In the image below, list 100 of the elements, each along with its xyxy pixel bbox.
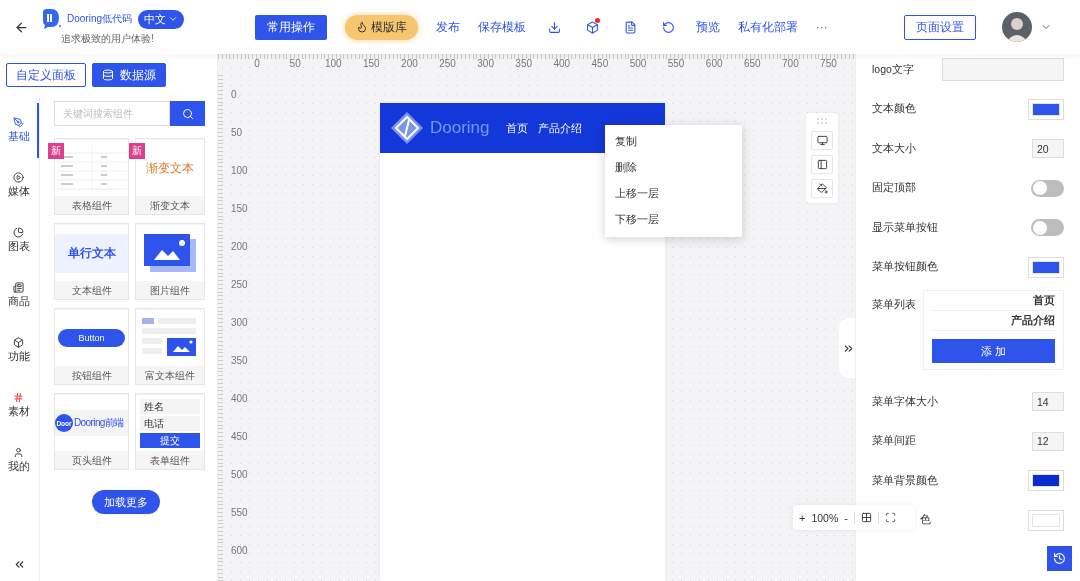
drag-handle-icon[interactable] <box>817 118 827 126</box>
cube-icon <box>585 20 599 34</box>
component-card[interactable]: 富文本组件 <box>135 308 205 385</box>
menu-list-item[interactable]: 产品介绍 <box>932 311 1055 331</box>
ruler-label: 300 <box>476 58 495 71</box>
menu-list-item[interactable]: 首页 <box>932 291 1055 311</box>
image-icon <box>142 233 198 273</box>
ruler-label: 50 <box>288 58 302 71</box>
refresh-icon <box>661 20 675 34</box>
form-button-sample: 提交 <box>140 432 200 448</box>
toolbar-link[interactable]: 保存模板 <box>478 14 526 40</box>
number-field[interactable]: 14 <box>1032 392 1064 412</box>
component-label: 页头组件 <box>70 453 113 468</box>
pie-chart-icon <box>13 227 24 238</box>
search-field[interactable]: 关键词搜索组件 <box>54 101 170 126</box>
property-label: 色 <box>920 513 931 528</box>
property-label: 菜单按钮颜色 <box>872 260 938 275</box>
fullscreen-button[interactable] <box>884 512 896 523</box>
category-tab[interactable]: 图表 <box>0 213 39 268</box>
category-tab[interactable]: 功能 <box>0 323 39 378</box>
avatar[interactable] <box>1002 12 1032 42</box>
component-card[interactable]: 姓名 电话 提交 表单组件 <box>135 393 205 470</box>
monitor-icon <box>816 135 828 146</box>
ruler-label: 0 <box>253 58 261 71</box>
history-icon <box>1053 552 1066 565</box>
toggle-switch[interactable] <box>1031 219 1064 237</box>
paint-bucket-button[interactable] <box>811 179 833 198</box>
panel-tab[interactable]: 自定义面板 <box>6 63 86 87</box>
search-button[interactable] <box>170 101 205 126</box>
ruler-label: 450 <box>590 58 610 71</box>
more-button[interactable]: ··· <box>816 14 828 40</box>
category-tab[interactable]: 媒体 <box>0 158 39 213</box>
menu-item[interactable]: 上移一层 <box>605 181 742 207</box>
gradient-text-sample: 渐变文本 <box>146 159 194 177</box>
load-more-button[interactable]: 加载更多 <box>91 490 160 514</box>
component-label: 表格组件 <box>70 198 113 213</box>
category-tab[interactable]: 商品 <box>0 268 39 323</box>
category-tab[interactable]: 基础 <box>0 103 39 158</box>
toolbar-link[interactable]: 发布 <box>436 14 460 40</box>
ruler-label: 550 <box>230 505 249 520</box>
number-field[interactable]: 12 <box>1032 431 1064 451</box>
zoom-level: 100% <box>811 511 839 524</box>
add-button[interactable]: 添 加 <box>932 339 1055 363</box>
ruler-label: 300 <box>230 315 249 330</box>
page-settings-button[interactable]: 页面设置 <box>904 14 976 40</box>
menu-item[interactable]: 删除 <box>605 155 742 181</box>
component-label: 图片组件 <box>149 283 191 298</box>
history-button[interactable] <box>1047 546 1072 571</box>
ruler-label: 500 <box>628 58 648 71</box>
monitor-button[interactable] <box>811 131 833 150</box>
ruler-label: 350 <box>230 353 249 368</box>
property-label: 显示菜单按钮 <box>872 220 938 235</box>
property-label: 菜单背景颜色 <box>872 473 938 488</box>
toolbar-link[interactable]: 私有化部署 <box>738 14 798 40</box>
property-label: 菜单间距 <box>872 434 916 449</box>
site-nav-link[interactable]: 产品介绍 <box>537 120 582 136</box>
search-icon <box>181 107 194 120</box>
ruler-label: 600 <box>704 58 724 71</box>
ruler-label: 650 <box>742 58 762 71</box>
form-field-sample: 电话 <box>140 415 200 431</box>
text-sample: 单行文本 <box>55 233 128 273</box>
ruler-label: 100 <box>323 58 343 71</box>
text-field[interactable] <box>942 58 1064 82</box>
template-library-button[interactable]: 模版库 <box>345 14 418 40</box>
ruler-label: 550 <box>666 58 686 71</box>
number-field[interactable]: 20 <box>1032 139 1064 159</box>
caret-icon <box>168 14 179 24</box>
component-card[interactable]: 图片组件 <box>135 223 205 300</box>
component-card[interactable]: Button 按钮组件 <box>54 308 129 385</box>
component-label: 富文本组件 <box>144 368 196 383</box>
panel-tab[interactable]: 数据源 <box>92 63 166 87</box>
layout-button[interactable] <box>811 155 833 174</box>
site-nav-link[interactable]: 首页 <box>505 120 528 136</box>
brand-name: Dooring低代码 <box>67 12 133 26</box>
ruler-label: 400 <box>552 58 572 71</box>
component-label: 文本组件 <box>70 283 113 298</box>
category-tab[interactable]: 素材 <box>0 378 39 433</box>
language-select[interactable]: 中文 <box>138 9 185 29</box>
ruler-label: 0 <box>230 87 238 102</box>
hash-icon <box>13 392 24 403</box>
toggle-switch[interactable] <box>1031 179 1064 197</box>
common-actions-button[interactable]: 常用操作 <box>255 14 327 40</box>
ruler-label: 750 <box>819 58 838 71</box>
grid-button[interactable] <box>860 512 872 523</box>
database-icon <box>102 69 114 81</box>
ruler-label: 600 <box>230 543 249 558</box>
menu-item[interactable]: 下移一层 <box>605 207 742 233</box>
user-icon <box>13 447 24 458</box>
grid-icon <box>860 512 872 523</box>
ruler-label: 150 <box>230 201 249 216</box>
site-logo-text: Dooring <box>430 118 490 138</box>
header-sample-text: Dooring前端 <box>74 416 124 430</box>
category-tab[interactable]: 我的 <box>0 433 39 488</box>
logo-icon <box>41 8 61 30</box>
component-card[interactable]: 单行文本 文本组件 <box>54 223 129 300</box>
toolbar-link[interactable]: 预览 <box>696 14 720 40</box>
zoom-in-button[interactable]: + <box>799 511 806 524</box>
layout-icon <box>816 159 828 170</box>
zoom-out-button[interactable]: - <box>844 511 848 524</box>
cube-icon <box>13 337 24 348</box>
